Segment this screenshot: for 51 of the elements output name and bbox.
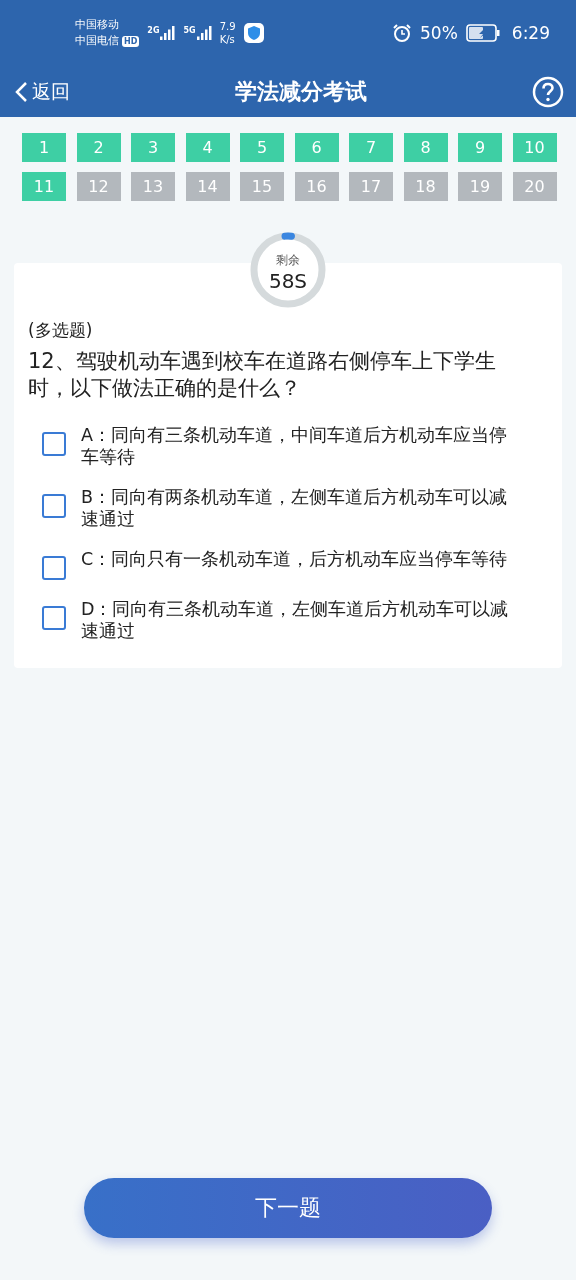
question-number[interactable]: 20 xyxy=(512,172,557,201)
option-checkbox[interactable] xyxy=(42,606,66,630)
option-checkbox[interactable] xyxy=(42,494,66,518)
timer-value: 58S xyxy=(268,268,308,293)
question-number[interactable]: 9 xyxy=(458,133,502,162)
signal-icon xyxy=(160,26,176,40)
question-number[interactable]: 10 xyxy=(512,133,557,162)
question-number[interactable]: 8 xyxy=(403,133,448,162)
network-speed: 7.9 xyxy=(219,20,236,33)
question-number[interactable]: 3 xyxy=(131,133,175,162)
question-number[interactable]: 11 xyxy=(22,172,66,201)
question-number[interactable]: 2 xyxy=(76,133,121,162)
speed-unit: K/s xyxy=(219,33,236,46)
question-number[interactable]: 6 xyxy=(294,133,339,162)
question-number[interactable]: 13 xyxy=(131,172,175,201)
question-number[interactable]: 18 xyxy=(403,172,448,201)
question-number[interactable]: 1 xyxy=(22,133,66,162)
option-text[interactable]: C：同向只有一条机动车道，后方机动车应当停车等待 xyxy=(81,548,508,570)
question-number[interactable]: 16 xyxy=(294,172,339,201)
next-button[interactable]: 下一题 xyxy=(84,1178,492,1238)
option-text[interactable]: D：同向有三条机动车道，左侧车道后方机动车可以减速通过 xyxy=(81,598,521,642)
question-number[interactable]: 4 xyxy=(185,133,230,162)
page-title: 学法减分考试 xyxy=(235,77,367,106)
question-number[interactable]: 7 xyxy=(349,133,393,162)
option-checkbox[interactable] xyxy=(42,432,66,456)
question-number[interactable]: 5 xyxy=(240,133,284,162)
battery-icon xyxy=(465,24,500,42)
option-text[interactable]: A：同向有三条机动车道，中间车道后方机动车应当停车等待 xyxy=(81,424,521,468)
help-icon[interactable] xyxy=(532,75,564,108)
chevron-left-icon xyxy=(14,80,28,103)
carrier-name: 中国电信 xyxy=(75,33,119,49)
timer-label: 剩余 xyxy=(276,251,300,269)
hd-badge: HD xyxy=(122,35,140,47)
option-text[interactable]: B：同向有两条机动车道，左侧车道后方机动车可以减速通过 xyxy=(81,486,521,530)
question-number[interactable]: 19 xyxy=(458,172,502,201)
option-checkbox[interactable] xyxy=(42,556,66,580)
signal-icon xyxy=(196,26,212,40)
question-text: 12、驾驶机动车遇到校车在道路右侧停车上下学生时，以下做法正确的是什么？ xyxy=(28,348,497,402)
carrier-name: 中国移动 xyxy=(75,17,120,33)
question-number[interactable]: 15 xyxy=(240,172,284,201)
question-number[interactable]: 17 xyxy=(349,172,393,201)
shield-icon xyxy=(243,23,264,43)
battery-percent: 50% xyxy=(420,23,458,43)
question-number[interactable]: 12 xyxy=(76,172,121,201)
alarm-icon xyxy=(392,23,412,43)
question-number[interactable]: 14 xyxy=(185,172,230,201)
back-button[interactable]: 返回 xyxy=(14,78,70,105)
network-type: 5G xyxy=(183,26,196,35)
clock-time: 6:29 xyxy=(511,23,550,43)
question-type: (多选题) xyxy=(28,319,94,342)
network-type: 2G xyxy=(147,26,160,35)
